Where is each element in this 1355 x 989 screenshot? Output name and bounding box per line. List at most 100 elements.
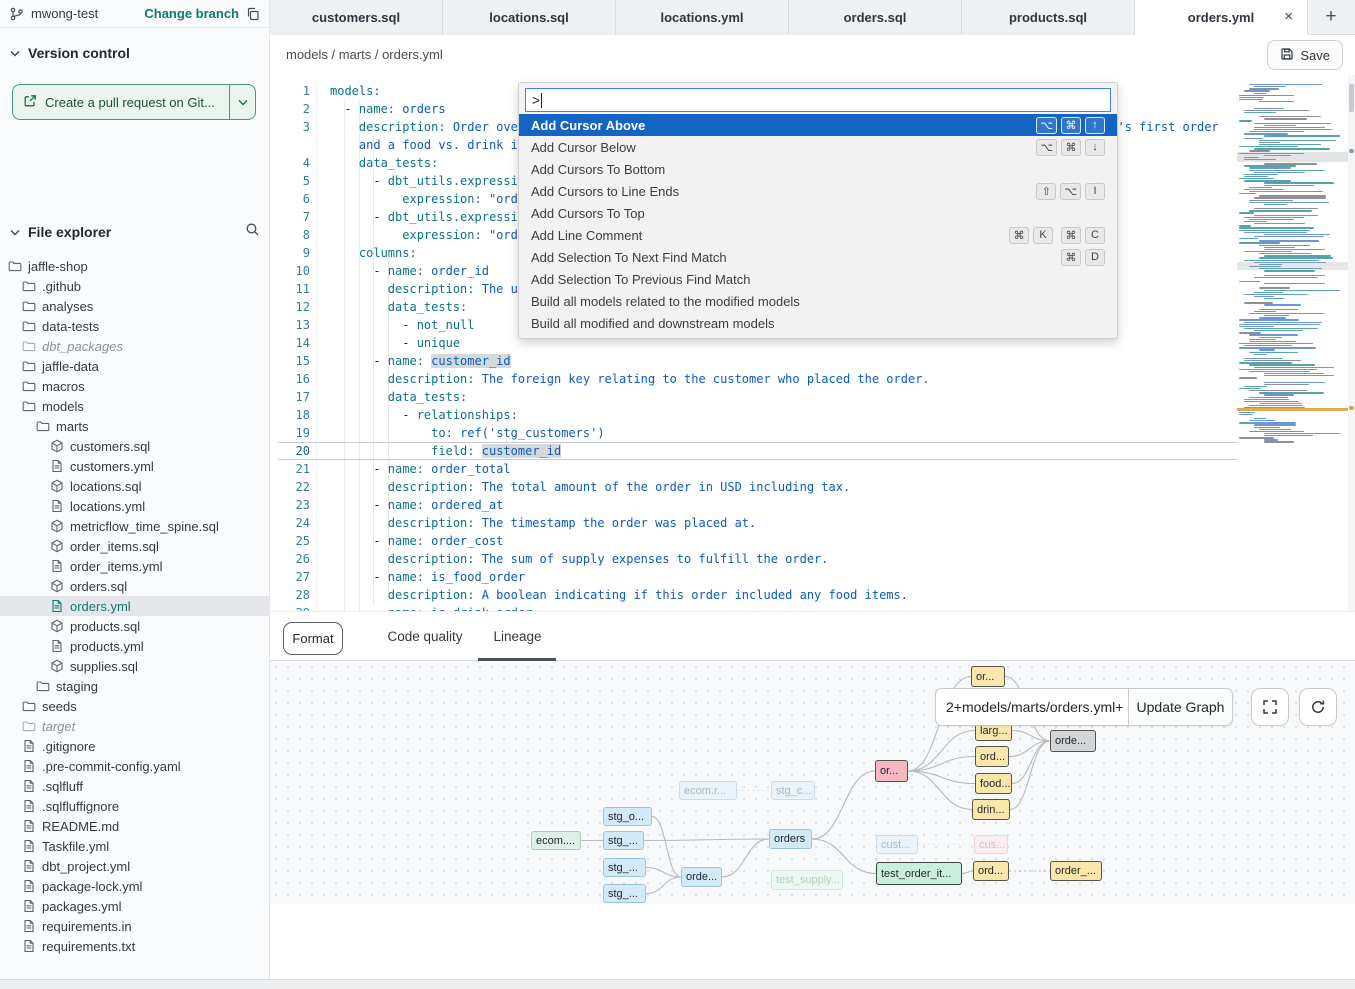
create-pr-button[interactable]: Create a pull request on Git... xyxy=(13,85,229,119)
tree-item-customers.yml[interactable]: customers.yml xyxy=(0,456,270,476)
command-item-add-selection-to-next-find-match[interactable]: Add Selection To Next Find Match⌘D xyxy=(519,246,1117,268)
command-item-add-cursors-to-line-ends[interactable]: Add Cursors to Line Ends⇧⌥I xyxy=(519,180,1117,202)
create-pr-split-button[interactable]: Create a pull request on Git... xyxy=(12,84,256,120)
tree-item-metricflow_time_spine.sql[interactable]: metricflow_time_spine.sql xyxy=(0,516,270,536)
version-control-header[interactable]: Version control xyxy=(0,38,270,68)
tree-item-packages.yml[interactable]: packages.yml xyxy=(0,896,270,916)
code-line-24[interactable]: 24 description: The timestamp the order … xyxy=(278,514,1238,532)
lineage-node-stgc[interactable]: stg_c... xyxy=(771,781,815,800)
tree-item-order_items.yml[interactable]: order_items.yml xyxy=(0,556,270,576)
tree-item-orders.sql[interactable]: orders.sql xyxy=(0,576,270,596)
command-item-add-cursor-below[interactable]: Add Cursor Below⌥⌘↓ xyxy=(519,136,1117,158)
lineage-node-ord1[interactable]: ord... xyxy=(975,746,1009,767)
tree-item-target[interactable]: target xyxy=(0,716,270,736)
command-palette-input[interactable]: > xyxy=(525,88,1111,112)
lineage-node-stg3[interactable]: stg_... xyxy=(603,884,646,903)
lineage-search-input[interactable]: 2+models/marts/orders.yml+ xyxy=(936,689,1128,725)
change-branch-link[interactable]: Change branch xyxy=(144,6,239,21)
tree-item-.github[interactable]: .github xyxy=(0,276,270,296)
tree-item-.sqlfluffignore[interactable]: .sqlfluffignore xyxy=(0,796,270,816)
tree-item-README.md[interactable]: README.md xyxy=(0,816,270,836)
tree-item-models[interactable]: models xyxy=(0,396,270,416)
lineage-node-ecomr[interactable]: ecom.r... xyxy=(679,781,737,800)
tree-item-dbt_packages[interactable]: dbt_packages xyxy=(0,336,270,356)
tree-item-analyses[interactable]: analyses xyxy=(0,296,270,316)
lineage-node-food[interactable]: food... xyxy=(975,773,1012,794)
tree-item-locations.sql[interactable]: locations.sql xyxy=(0,476,270,496)
lineage-node-ordei[interactable]: orde... xyxy=(681,867,722,887)
tree-item-products.sql[interactable]: products.sql xyxy=(0,616,270,636)
tree-item-staging[interactable]: staging xyxy=(0,676,270,696)
tree-item-marts[interactable]: marts xyxy=(0,416,270,436)
tab-code-quality[interactable]: Code quality xyxy=(375,612,475,661)
command-item-add-line-comment[interactable]: Add Line Comment⌘K⌘C xyxy=(519,224,1117,246)
lineage-node-ordeg[interactable]: orde... xyxy=(1050,730,1096,752)
tree-item-products.yml[interactable]: products.yml xyxy=(0,636,270,656)
tab-orders.sql[interactable]: orders.sql xyxy=(789,0,962,35)
tab-orders.yml[interactable]: orders.yml× xyxy=(1135,0,1308,35)
lineage-node-cusp[interactable]: cus... xyxy=(974,835,1008,854)
code-line-25[interactable]: 25 - name: order_cost xyxy=(278,532,1238,550)
lineage-node-ecom[interactable]: ecom.... xyxy=(531,831,581,850)
lineage-node-stg2[interactable]: stg_... xyxy=(603,858,646,877)
tree-item-seeds[interactable]: seeds xyxy=(0,696,270,716)
code-line-28[interactable]: 28 description: A boolean indicating if … xyxy=(278,586,1238,604)
tab-lineage[interactable]: Lineage xyxy=(485,612,550,661)
new-tab-button[interactable]: + xyxy=(1308,0,1354,34)
tree-item-orders.yml[interactable]: orders.yml xyxy=(0,596,270,616)
code-line-17[interactable]: 17 data_tests: xyxy=(278,388,1238,406)
tree-item-.pre-commit-config.yaml[interactable]: .pre-commit-config.yaml xyxy=(0,756,270,776)
tree-item-data-tests[interactable]: data-tests xyxy=(0,316,270,336)
tree-item-requirements.txt[interactable]: requirements.txt xyxy=(0,936,270,956)
create-pr-dropdown[interactable] xyxy=(229,85,255,119)
tree-item-requirements.in[interactable]: requirements.in xyxy=(0,916,270,936)
editor-scrollbar[interactable] xyxy=(1348,75,1355,686)
lineage-node-order_[interactable]: order_... xyxy=(1050,861,1102,881)
tab-products.sql[interactable]: products.sql xyxy=(962,0,1135,35)
code-line-18[interactable]: 18 - relationships: xyxy=(278,406,1238,424)
lineage-node-drin[interactable]: drin... xyxy=(972,799,1010,820)
code-line-20[interactable]: 20 field: customer_id xyxy=(278,442,1238,460)
scrollbar-thumb[interactable] xyxy=(1349,84,1354,112)
lineage-node-orders[interactable]: orders xyxy=(769,829,812,849)
lineage-node-orp[interactable]: or... xyxy=(875,760,908,782)
code-line-27[interactable]: 27 - name: is_food_order xyxy=(278,568,1238,586)
tab-locations.yml[interactable]: locations.yml xyxy=(616,0,789,35)
update-graph-button[interactable]: Update Graph xyxy=(1128,689,1232,725)
command-item-build-all-models-related-to-the-modified-models[interactable]: Build all models related to the modified… xyxy=(519,290,1117,312)
code-line-23[interactable]: 23 - name: ordered_at xyxy=(278,496,1238,514)
tree-item-jaffle-data[interactable]: jaffle-data xyxy=(0,356,270,376)
code-editor[interactable]: 1models:2 - name: orders3 description: O… xyxy=(270,75,1355,686)
command-item-add-cursors-to-bottom[interactable]: Add Cursors To Bottom xyxy=(519,158,1117,180)
command-item-add-selection-to-previous-find-match[interactable]: Add Selection To Previous Find Match xyxy=(519,268,1117,290)
lineage-node-torder[interactable]: test_order_it... xyxy=(876,862,962,885)
code-line-19[interactable]: 19 to: ref('stg_customers') xyxy=(278,424,1238,442)
refresh-button[interactable] xyxy=(1299,688,1337,726)
format-button[interactable]: Format xyxy=(283,622,343,655)
lineage-node-tsupply[interactable]: test_supply... xyxy=(771,870,843,890)
code-line-26[interactable]: 26 description: The sum of supply expens… xyxy=(278,550,1238,568)
lineage-node-cust[interactable]: cust... xyxy=(876,835,918,854)
close-icon[interactable]: × xyxy=(1284,8,1293,25)
code-line-21[interactable]: 21 - name: order_total xyxy=(278,460,1238,478)
tree-item-order_items.sql[interactable]: order_items.sql xyxy=(0,536,270,556)
search-icon[interactable] xyxy=(245,222,260,242)
code-line-16[interactable]: 16 description: The foreign key relating… xyxy=(278,370,1238,388)
tree-item-jaffle-shop[interactable]: jaffle-shop xyxy=(0,256,270,276)
lineage-node-stgo[interactable]: stg_o... xyxy=(603,807,652,826)
tree-item-.gitignore[interactable]: .gitignore xyxy=(0,736,270,756)
tree-item-package-lock.yml[interactable]: package-lock.yml xyxy=(0,876,270,896)
code-line-22[interactable]: 22 description: The total amount of the … xyxy=(278,478,1238,496)
tree-item-locations.yml[interactable]: locations.yml xyxy=(0,496,270,516)
tab-customers.sql[interactable]: customers.sql xyxy=(270,0,443,35)
tree-item-macros[interactable]: macros xyxy=(0,376,270,396)
fullscreen-button[interactable] xyxy=(1251,688,1289,726)
tree-item-.sqlfluff[interactable]: .sqlfluff xyxy=(0,776,270,796)
code-line-15[interactable]: 15 - name: customer_id xyxy=(278,352,1238,370)
file-explorer-header[interactable]: File explorer xyxy=(0,217,270,247)
tab-locations.sql[interactable]: locations.sql xyxy=(443,0,616,35)
command-item-add-cursor-above[interactable]: Add Cursor Above⌥⌘↑ xyxy=(519,114,1117,136)
command-item-add-cursors-to-top[interactable]: Add Cursors To Top xyxy=(519,202,1117,224)
lineage-node-stg1[interactable]: stg_... xyxy=(603,831,644,850)
lineage-node-ord2[interactable]: ord... xyxy=(973,861,1009,881)
